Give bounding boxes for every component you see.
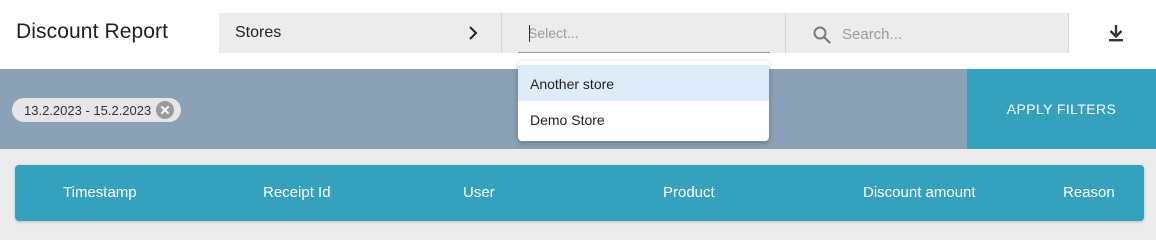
store-select-input[interactable] [518,13,770,53]
download-icon[interactable] [1101,19,1131,49]
dropdown-option-demo-store[interactable]: Demo Store [518,101,769,137]
date-range-chip[interactable]: 13.2.2023 - 15.2.2023 [12,98,181,122]
stores-filter[interactable]: Stores [219,13,502,53]
dropdown-option-another-store[interactable]: Another store [518,65,769,101]
date-range-label: 13.2.2023 - 15.2.2023 [24,103,152,118]
search-box[interactable] [786,13,1069,53]
top-bar: Discount Report Stores [0,0,1156,69]
store-dropdown-menu: Another store Demo Store [518,61,769,141]
column-header-receipt-id[interactable]: Receipt Id [263,184,331,201]
column-header-timestamp[interactable]: Timestamp [63,184,137,201]
search-input[interactable] [842,13,1057,53]
text-caret [529,25,530,42]
column-header-user[interactable]: User [463,184,495,201]
page-title: Discount Report [16,20,169,43]
store-select[interactable] [502,13,786,53]
filter-bar: 13.2.2023 - 15.2.2023 [0,69,967,149]
stores-label: Stores [235,24,282,41]
column-header-product[interactable]: Product [663,184,715,201]
table-header: Timestamp Receipt Id User Product Discou… [15,165,1144,221]
column-header-reason[interactable]: Reason [1063,184,1115,201]
column-header-discount-amount[interactable]: Discount amount [863,184,976,201]
remove-chip-icon[interactable] [156,101,174,119]
chevron-right-icon [469,26,478,40]
search-icon [813,26,831,44]
apply-filters-button[interactable]: APPLY FILTERS [967,69,1156,149]
